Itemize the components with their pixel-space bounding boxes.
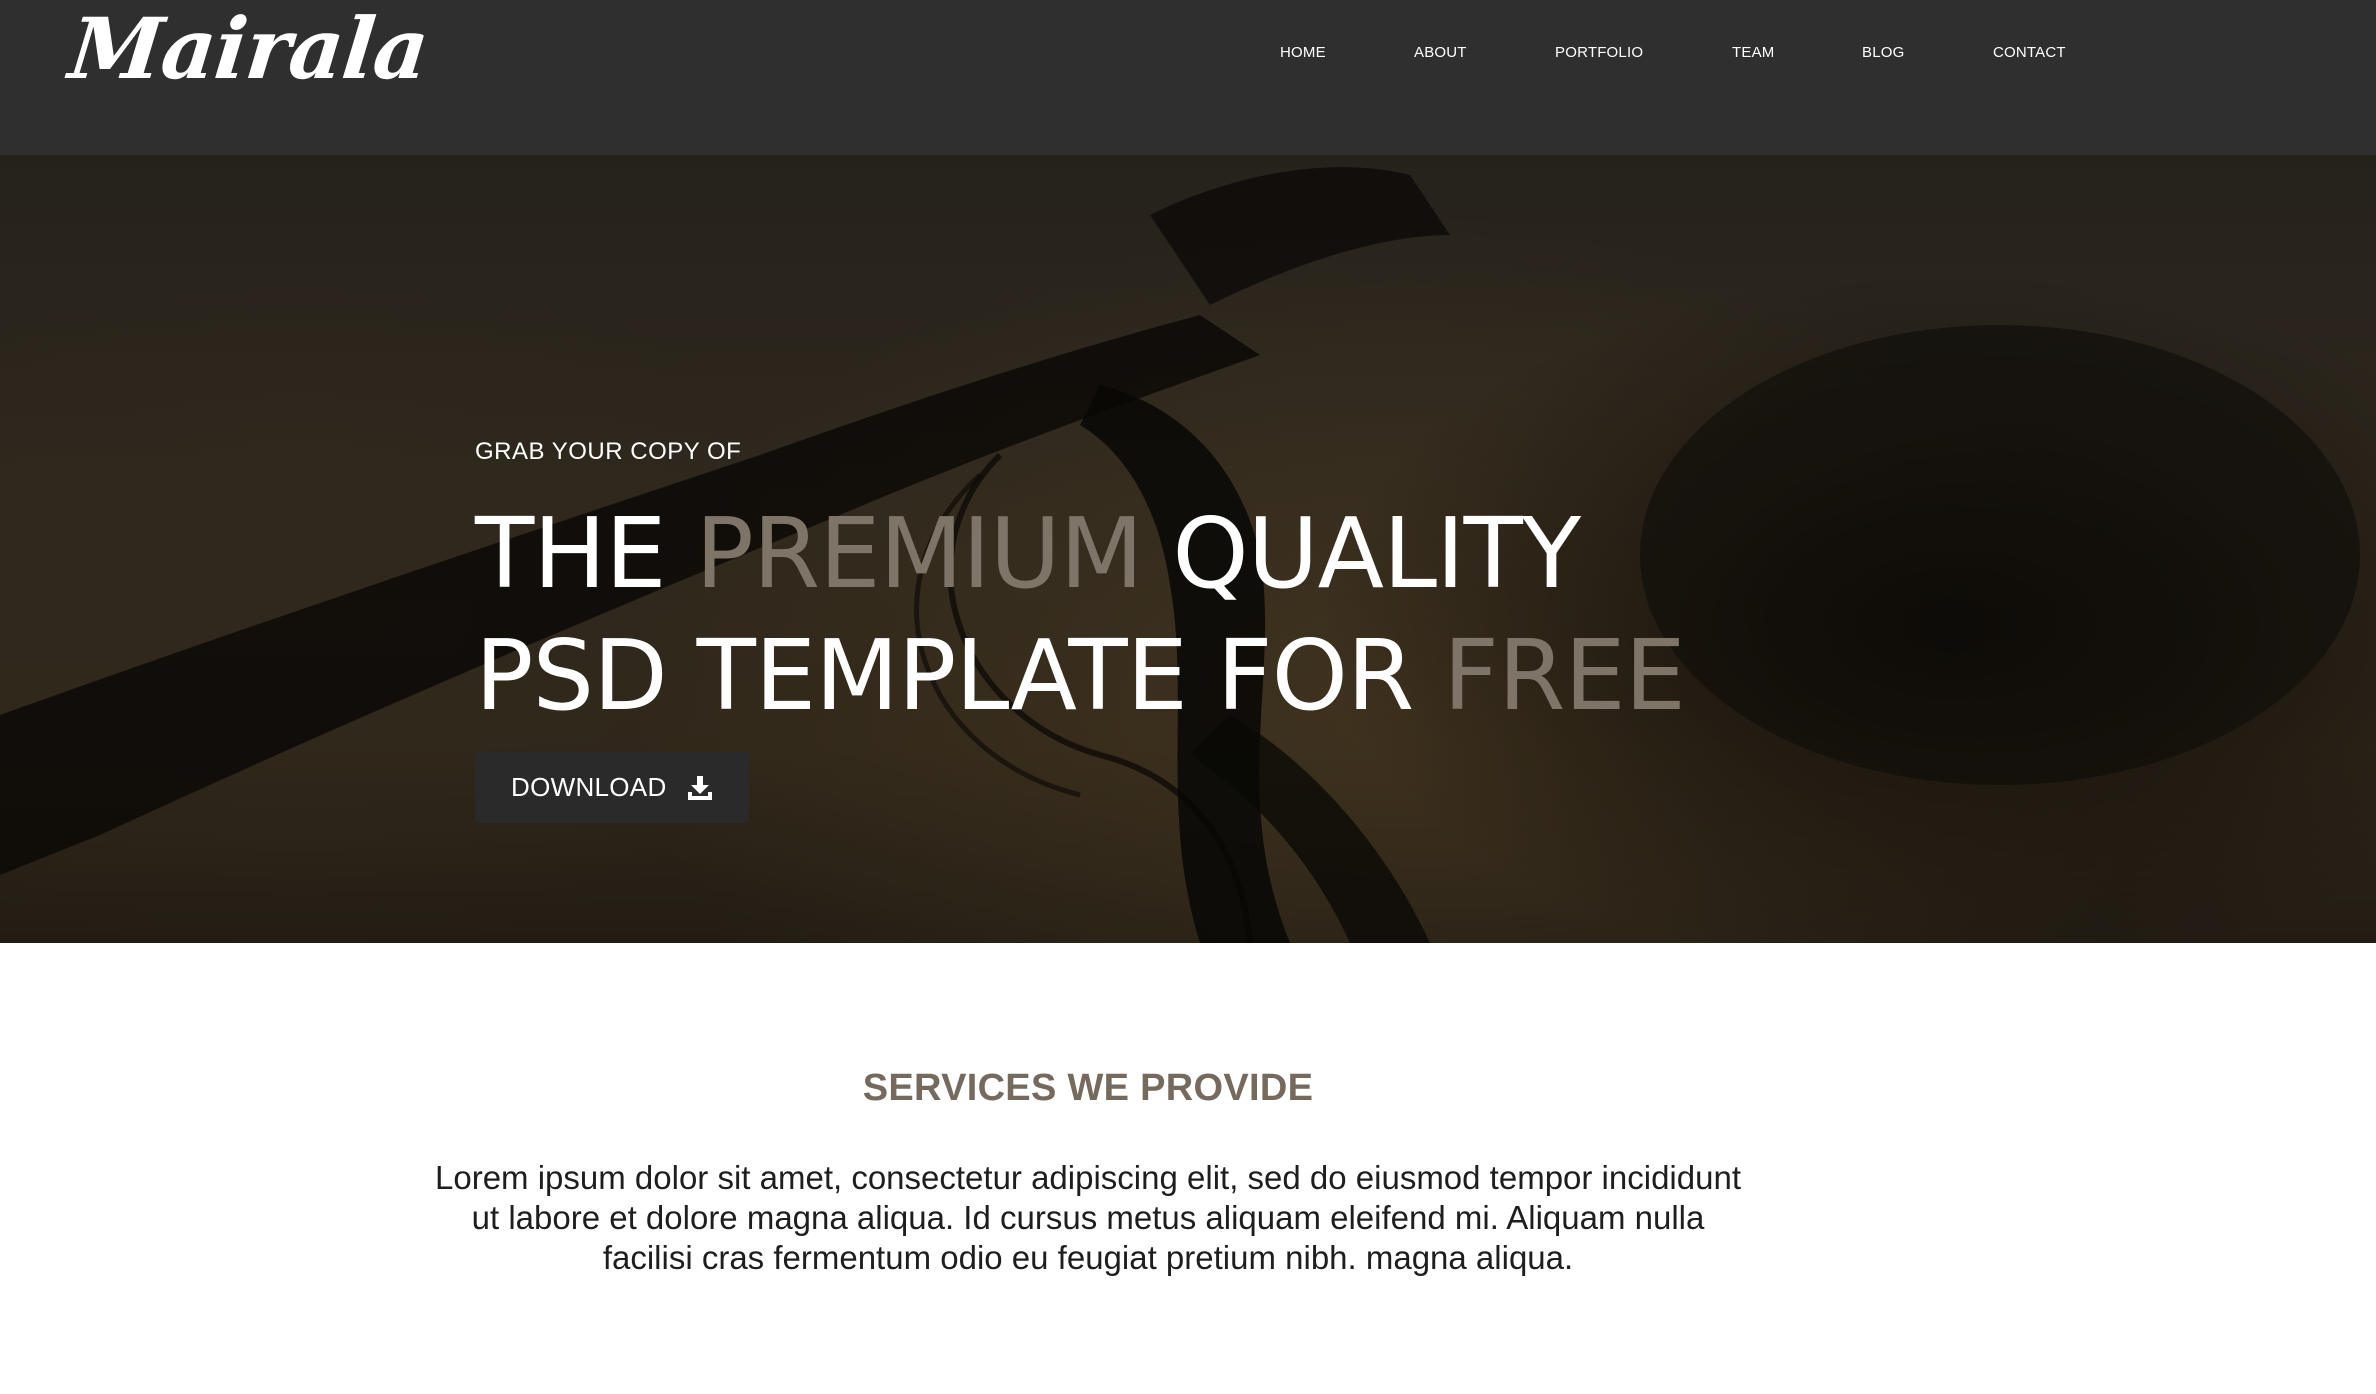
hero-pre-title: GRAB YOUR COPY OF bbox=[475, 438, 742, 465]
headline-accent-free: FREE bbox=[1443, 619, 1686, 732]
nav-team[interactable]: TEAM bbox=[1732, 44, 1774, 61]
headline-line-1: THE PREMIUM QUALITY bbox=[475, 497, 1581, 610]
site-logo[interactable]: Mairala bbox=[64, 0, 433, 101]
nav-blog[interactable]: BLOG bbox=[1862, 44, 1904, 61]
services-description: Lorem ipsum dolor sit amet, consectetur … bbox=[435, 1159, 1741, 1276]
hero-section: GRAB YOUR COPY OF THE PREMIUM QUALITY PS… bbox=[0, 155, 2376, 943]
services-section: SERVICES WE PROVIDE Lorem ipsum dolor si… bbox=[0, 943, 2376, 1394]
nav-about[interactable]: ABOUT bbox=[1414, 44, 1467, 61]
nav-portfolio[interactable]: PORTFOLIO bbox=[1555, 44, 1643, 61]
services-title: SERVICES WE PROVIDE bbox=[862, 1067, 1314, 1109]
nav-home[interactable]: HOME bbox=[1280, 44, 1326, 61]
site-header: Mairala HOME ABOUT PORTFOLIO TEAM BLOG C… bbox=[0, 0, 2376, 155]
download-button[interactable]: DOWNLOAD bbox=[475, 752, 749, 823]
nav-contact[interactable]: CONTACT bbox=[1993, 44, 2066, 61]
download-button-label: DOWNLOAD bbox=[511, 772, 667, 802]
download-icon bbox=[687, 775, 712, 800]
headline-line-2: PSD TEMPLATE FOR FREE bbox=[475, 619, 1686, 732]
headline-accent-premium: PREMIUM bbox=[695, 497, 1143, 610]
hero-headline: THE PREMIUM QUALITY PSD TEMPLATE FOR FRE… bbox=[475, 493, 1686, 737]
hero-text: GRAB YOUR COPY OF THE PREMIUM QUALITY PS… bbox=[475, 437, 1686, 737]
